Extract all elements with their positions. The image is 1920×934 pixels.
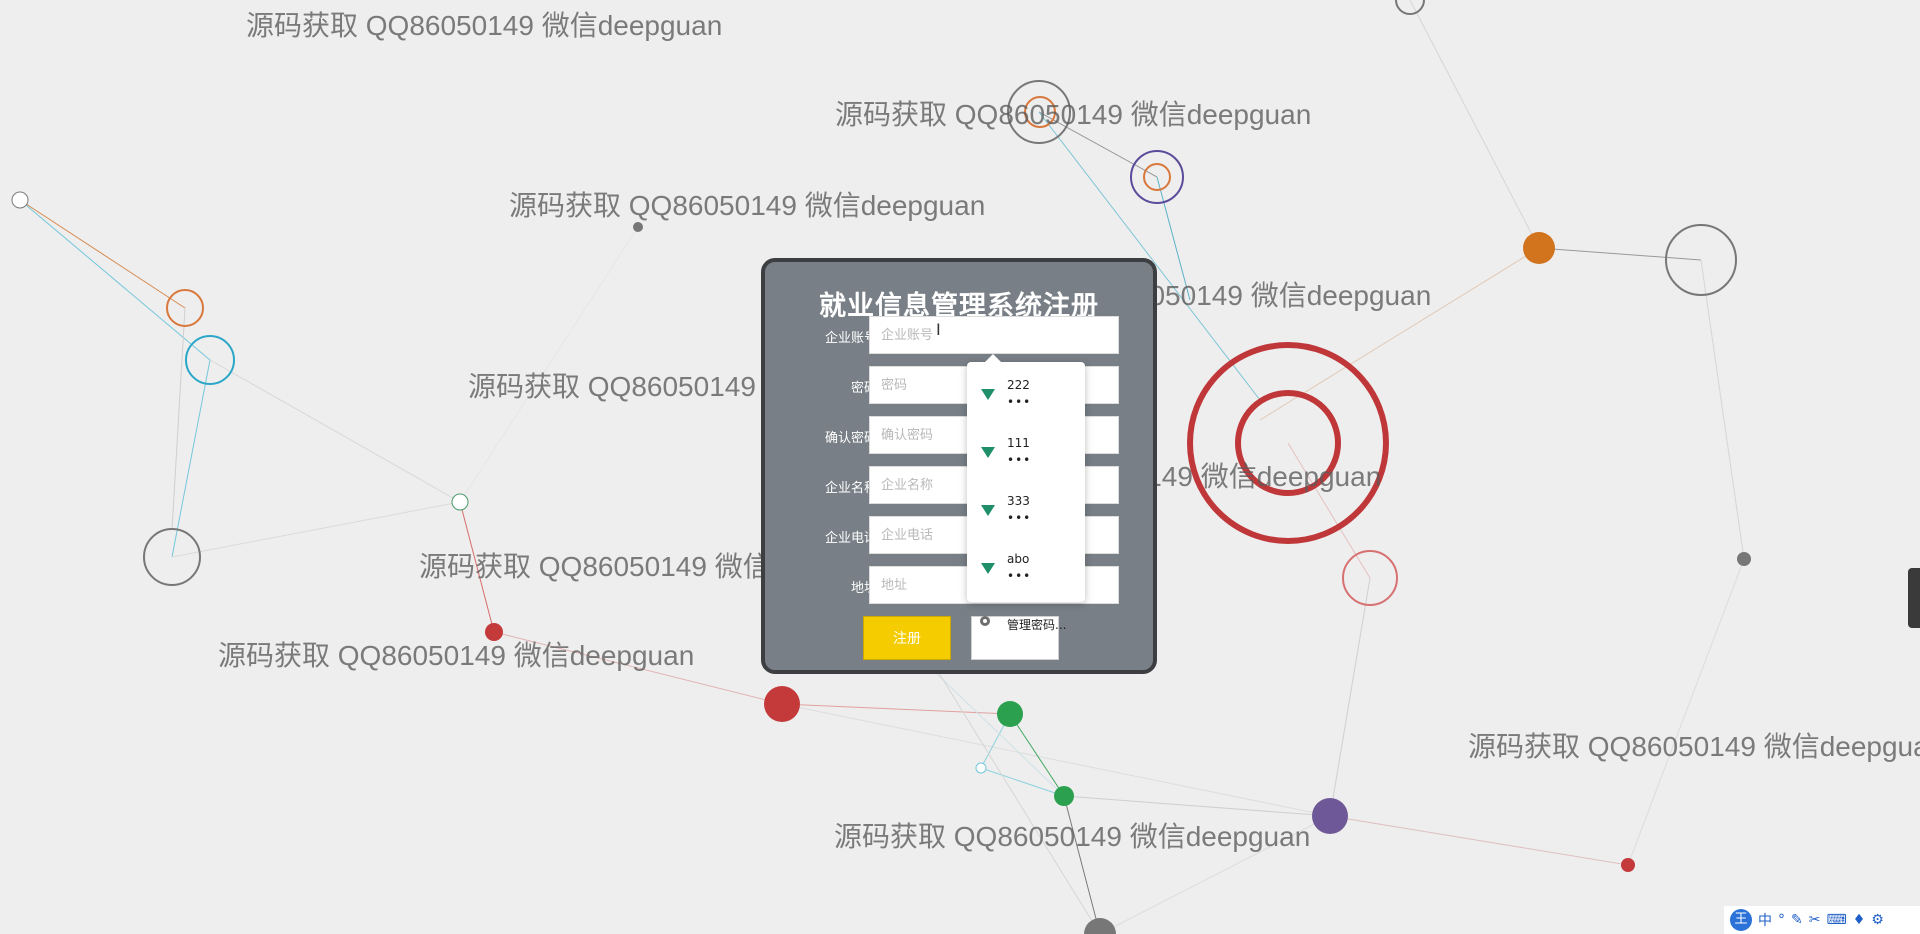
- ime-settings-icon[interactable]: ⚙: [1871, 912, 1884, 928]
- address-label: 地址: [850, 581, 877, 596]
- saved-username: 333: [1007, 494, 1030, 508]
- saved-username: abo: [1007, 552, 1030, 566]
- watermark: 源码获取 QQ86050149 微信deepguan: [509, 190, 986, 221]
- watermark: 源码获取 QQ86050149 微信deepguan: [835, 99, 1312, 130]
- manage-passwords-item[interactable]: 管理密码...: [967, 604, 1085, 644]
- watermark: 源码获取 QQ86050149 微信deepguan: [1468, 731, 1920, 762]
- company-phone-label: 企业电话: [824, 531, 877, 546]
- ime-mode-icon[interactable]: 中: [1758, 910, 1772, 930]
- saved-username: 222: [1007, 378, 1030, 392]
- manage-passwords-label: 管理密码...: [1007, 618, 1067, 632]
- key-icon: [981, 447, 995, 458]
- saved-password-mask: •••: [1007, 511, 1032, 525]
- saved-credential-item[interactable]: abo •••: [967, 536, 1085, 590]
- company-name-label: 企业名称: [824, 481, 877, 496]
- ime-logo-icon[interactable]: 王: [1730, 909, 1752, 931]
- company-account-row: 企业账号: [765, 316, 1161, 356]
- ime-toolbar: 王 中 ° ✎ ✂ ⌨ ♦ ⚙: [1724, 906, 1920, 934]
- side-panel-handle[interactable]: [1908, 568, 1920, 628]
- company-phone-row: 企业电话: [765, 516, 1161, 556]
- address-row: 地址: [765, 566, 1161, 606]
- confirm-password-label: 确认密码: [824, 431, 877, 446]
- ime-scissors-icon[interactable]: ✂: [1809, 912, 1821, 928]
- watermark: 源码获取 QQ86050149 微信deepguan: [218, 640, 695, 671]
- company-name-row: 企业名称: [765, 466, 1161, 506]
- divider: [967, 602, 1085, 603]
- saved-password-mask: •••: [1007, 569, 1032, 583]
- confirm-password-row: 确认密码: [765, 416, 1161, 456]
- ime-handwrite-icon[interactable]: ✎: [1791, 912, 1803, 928]
- saved-password-mask: •••: [1007, 453, 1032, 467]
- key-icon: [981, 563, 995, 574]
- password-label: 密码: [850, 381, 877, 396]
- saved-password-mask: •••: [1007, 395, 1032, 409]
- saved-username: 111: [1007, 436, 1030, 450]
- saved-credential-item[interactable]: 333 •••: [967, 478, 1085, 532]
- text-cursor-icon: I: [936, 320, 941, 339]
- register-button[interactable]: 注册: [863, 616, 951, 660]
- saved-credential-item[interactable]: 111 •••: [967, 420, 1085, 474]
- company-account-label: 企业账号: [824, 331, 877, 346]
- watermark: 源码获取 QQ86050149 微信deepguan: [834, 821, 1311, 852]
- saved-credential-item[interactable]: 222 •••: [967, 362, 1085, 416]
- company-account-input[interactable]: [869, 316, 1119, 354]
- register-panel: 就业信息管理系统注册 企业账号 密码 确认密码 企业名称 企业电话 地址 注册: [761, 258, 1157, 674]
- chrome-icon: [980, 616, 990, 626]
- watermark: 源码获取 QQ86050149 微信deepguan: [246, 10, 723, 41]
- password-row: 密码: [765, 366, 1161, 406]
- key-icon: [981, 505, 995, 516]
- ime-skin-icon[interactable]: ♦: [1853, 912, 1866, 928]
- ime-punctuation-icon[interactable]: °: [1778, 912, 1785, 928]
- password-autocomplete-popup: 222 ••• 111 ••• 333 ••• abo ••• 管理密码...: [967, 354, 1085, 632]
- ime-keyboard-icon[interactable]: ⌨: [1826, 912, 1846, 928]
- key-icon: [981, 389, 995, 400]
